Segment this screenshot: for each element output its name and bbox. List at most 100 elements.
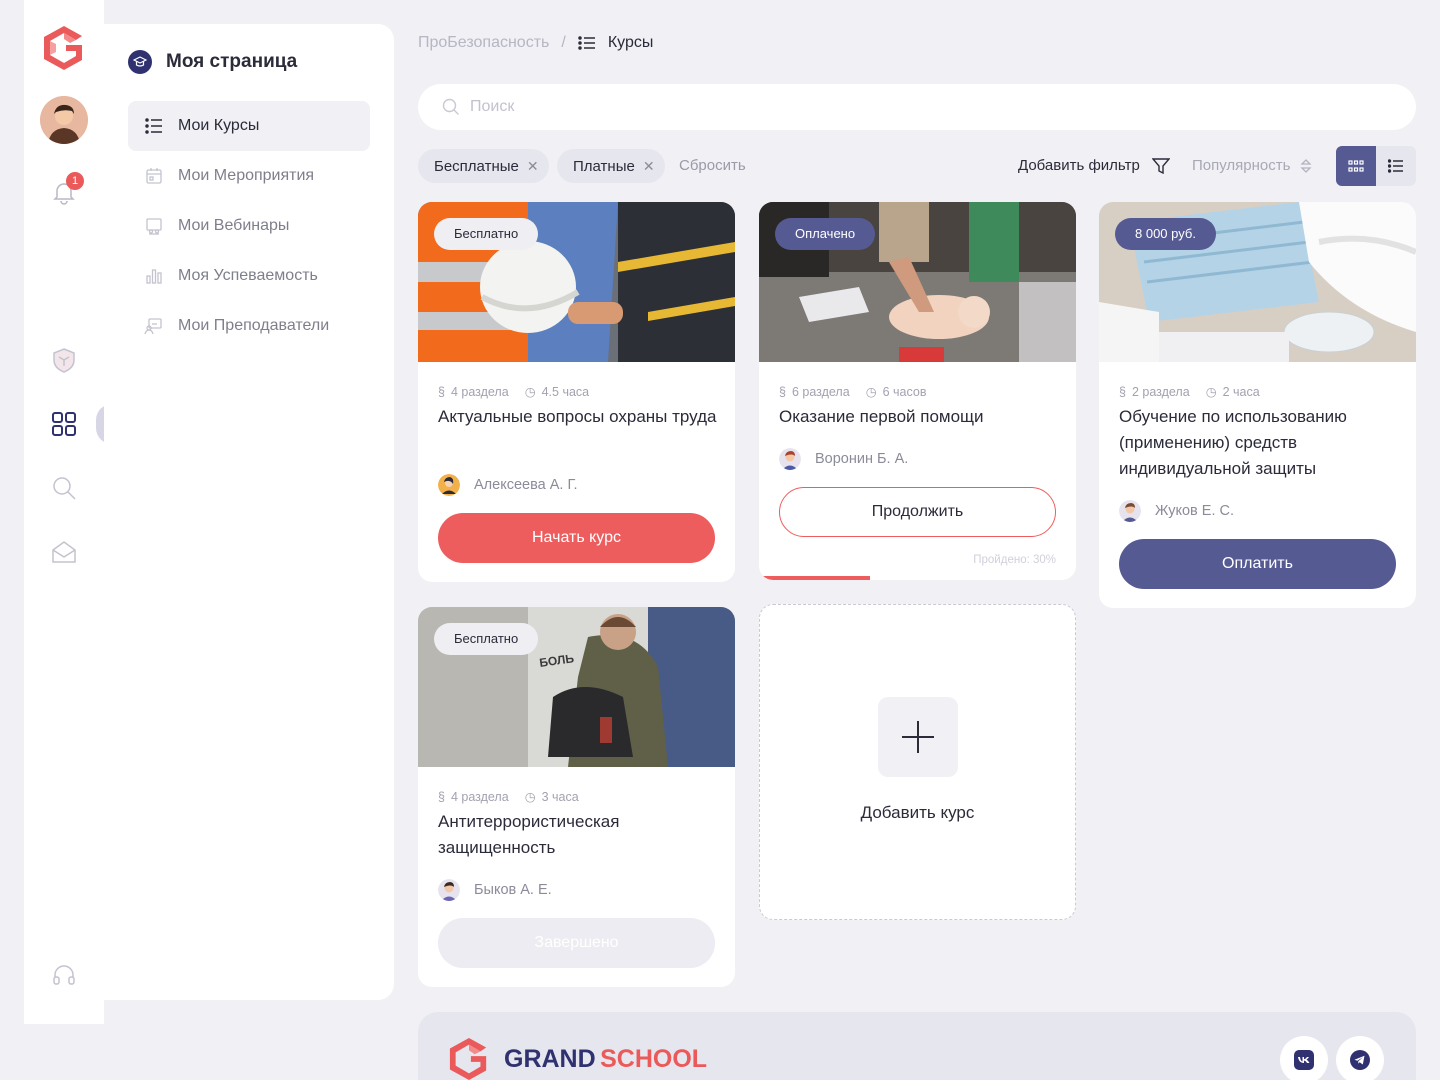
course-card: Бесплатно § 4 раздела ◷ 4.5 часа Актуальны…: [418, 202, 735, 582]
sidebar-item-label: Мои Мероприятия: [178, 167, 315, 184]
course-author: Жуков Е. С.: [1119, 500, 1234, 522]
course-card: Оплачено § 6 раздела ◷ 6 часов Оказание пе…: [759, 202, 1076, 580]
course-meta: § 2 раздела ◷ 2 часа: [1119, 384, 1260, 400]
vk-icon[interactable]: [1280, 1036, 1328, 1080]
teacher-icon: [144, 318, 162, 335]
filter-chip-paid[interactable]: Платные ✕: [557, 149, 665, 183]
search-icon[interactable]: [50, 474, 78, 502]
add-course-label: Добавить курс: [860, 803, 975, 822]
sections-label: 4 раздела: [450, 384, 509, 399]
grand-school-logo[interactable]: [42, 24, 86, 72]
add-filter-label: Добавить фильтр: [1018, 157, 1140, 174]
calendar-icon: [146, 168, 162, 184]
author-name: Жуков Е. С.: [1155, 503, 1235, 519]
duration: ◷ 3 часа: [524, 789, 579, 805]
filter-bar: Бесплатные ✕ Платные ✕ Сбросить Добавить…: [418, 146, 1416, 186]
sections-count: § 4 раздела: [438, 789, 509, 804]
plus-icon[interactable]: [878, 697, 958, 777]
progress-bar: [759, 576, 1076, 580]
filter-chip-label: Бесплатные: [434, 157, 519, 175]
course-title[interactable]: Оказание первой помощи: [779, 404, 1059, 430]
search-bar: [418, 84, 1416, 130]
clock-icon: ◷: [524, 790, 536, 804]
sidebar-item-label: Моя Успеваемость: [178, 267, 318, 284]
list-icon: [578, 36, 595, 50]
course-image-protective-equipment: 8 000 руб.: [1099, 202, 1416, 362]
sidebar-item-my-webinars[interactable]: Мои Вебинары: [128, 201, 370, 251]
webinar-icon: [146, 218, 162, 235]
add-course-card[interactable]: Добавить курс: [759, 604, 1076, 920]
list-icon: [145, 118, 162, 134]
price-badge: 8 000 руб.: [1115, 218, 1216, 250]
breadcrumb-root[interactable]: ПроБезопасность: [418, 34, 549, 52]
course-meta: § 4 раздела ◷ 4.5 часа: [438, 384, 589, 400]
sidebar-item-my-progress[interactable]: Моя Успеваемость: [128, 251, 370, 301]
course-image-antiterror: БОЛЬ Бесплатно: [418, 607, 735, 767]
telegram-icon[interactable]: [1336, 1036, 1384, 1080]
add-filter-button[interactable]: Добавить фильтр: [1018, 157, 1170, 174]
sort-arrows-icon: [1300, 158, 1313, 173]
sidebar-item-label: Мои Курсы: [178, 117, 260, 134]
sort-dropdown[interactable]: Популярность: [1192, 157, 1313, 174]
reset-filters-button[interactable]: Сбросить: [679, 157, 746, 174]
filter-chip-free[interactable]: Бесплатные ✕: [418, 149, 549, 183]
filter-funnel-icon: [1151, 157, 1170, 174]
sidebar-item-my-teachers[interactable]: Мои Преподаватели: [128, 301, 370, 351]
footer-logo[interactable]: GRAND SCHOOL: [448, 1036, 707, 1080]
course-meta: § 6 раздела ◷ 6 часов: [779, 384, 926, 400]
sections-label: 4 раздела: [450, 789, 509, 804]
bar-chart-icon: [146, 269, 162, 284]
shield-icon[interactable]: [50, 346, 78, 374]
course-card: 8 000 руб. § 2 раздела ◷ 2 часа Обучение п…: [1099, 202, 1416, 608]
pay-course-button[interactable]: Оплатить: [1119, 539, 1396, 589]
sections-count: § 4 раздела: [438, 384, 509, 399]
section-sign-icon: §: [779, 384, 786, 399]
sidebar-item-my-courses[interactable]: Мои Курсы: [128, 101, 370, 151]
continue-course-button[interactable]: Продолжить: [779, 487, 1056, 537]
duration-label: 2 часа: [1222, 384, 1260, 399]
section-sign-icon: §: [438, 789, 445, 804]
author-name: Воронин Б. А.: [815, 451, 909, 467]
duration: ◷ 4.5 часа: [524, 384, 589, 400]
notification-badge: 1: [66, 172, 84, 190]
start-course-button[interactable]: Начать курс: [438, 513, 715, 563]
course-title[interactable]: Обучение по использованию (применению) с…: [1119, 404, 1399, 482]
course-author: Алексеева А. Г.: [438, 474, 578, 496]
breadcrumb-separator: /: [561, 34, 566, 51]
sidebar-item-label: Мои Вебинары: [178, 217, 290, 234]
list-view-button[interactable]: [1376, 146, 1416, 186]
section-sign-icon: §: [438, 384, 445, 399]
close-icon[interactable]: ✕: [643, 158, 655, 175]
search-input[interactable]: [470, 98, 1270, 116]
section-sign-icon: §: [1119, 384, 1126, 399]
course-image-first-aid: Оплачено: [759, 202, 1076, 362]
clock-icon: ◷: [1205, 385, 1217, 399]
sections-count: § 2 раздела: [1119, 384, 1190, 399]
course-author: Воронин Б. А.: [779, 448, 908, 470]
sidebar-header: Моя страница: [128, 50, 297, 74]
progress-label: Пройдено: 30%: [973, 554, 1056, 566]
sidebar-item-my-events[interactable]: Мои Мероприятия: [128, 151, 370, 201]
course-title[interactable]: Актуальные вопросы охраны труда: [438, 404, 718, 430]
price-badge: Бесплатно: [434, 623, 539, 655]
close-icon[interactable]: ✕: [527, 158, 539, 175]
clock-icon: ◷: [865, 385, 877, 399]
author-avatar: [438, 879, 460, 901]
author-avatar: [779, 448, 801, 470]
icon-rail: 1: [24, 0, 112, 1024]
grid-view-button[interactable]: [1336, 146, 1376, 186]
avatar[interactable]: [40, 96, 88, 144]
support-headset-icon[interactable]: [50, 962, 78, 990]
clock-icon: ◷: [524, 385, 536, 399]
sidebar-item-label: Мои Преподаватели: [178, 317, 330, 334]
grid-icon[interactable]: [50, 410, 78, 438]
duration-label: 3 часа: [541, 789, 579, 804]
paid-badge: Оплачено: [775, 218, 876, 250]
completed-button: Завершено: [438, 918, 715, 968]
duration: ◷ 2 часа: [1205, 384, 1260, 400]
mail-icon[interactable]: [50, 538, 78, 566]
course-title[interactable]: Антитеррористическая защищенность: [438, 809, 718, 861]
sections-count: § 6 раздела: [779, 384, 850, 399]
grand-school-logo: [449, 1038, 487, 1080]
progress-bar-fill: [759, 576, 870, 580]
